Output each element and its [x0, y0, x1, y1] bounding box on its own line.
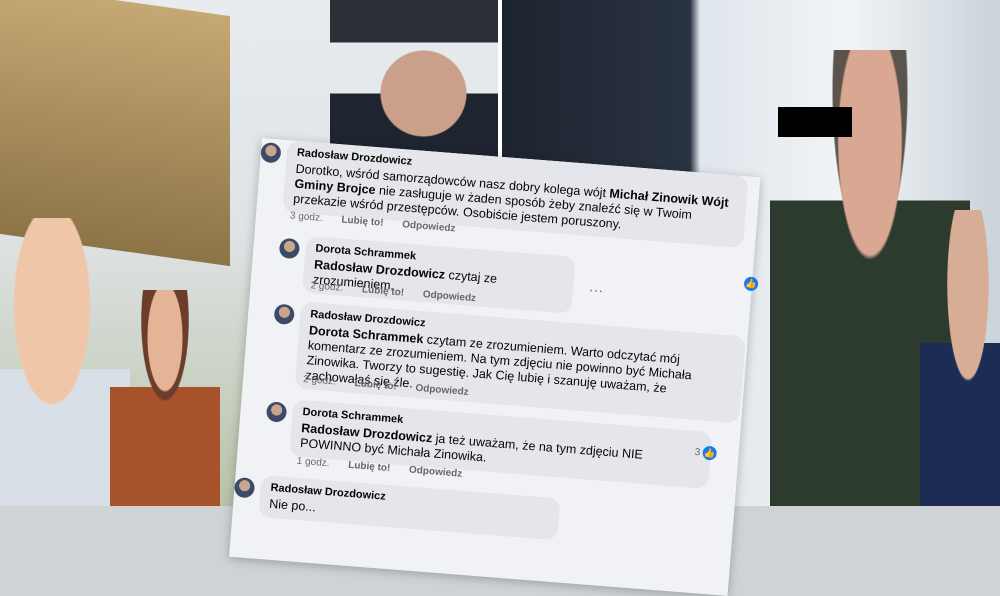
comment-time[interactable]: 1 godz. — [296, 456, 330, 470]
avatar[interactable] — [260, 141, 282, 164]
more-options-icon[interactable]: ... — [589, 278, 605, 295]
like-icon[interactable]: 👍 — [702, 445, 718, 461]
woman-in-folk-dress — [110, 290, 220, 506]
comment-bubble: Dorota Schrammek Radosław Drozdowicz czy… — [301, 235, 576, 314]
facebook-comment-thread: Radosław Drozdowicz Dorotko, wśród samor… — [229, 138, 761, 596]
avatar[interactable] — [273, 303, 295, 326]
censor-bar — [778, 107, 852, 137]
like-count: 3 — [694, 446, 701, 459]
avatar[interactable] — [265, 401, 288, 423]
avatar[interactable] — [233, 476, 256, 499]
like-icon[interactable]: 👍 — [743, 276, 759, 292]
like-link[interactable]: Lubię to! — [341, 214, 384, 228]
avatar[interactable] — [278, 237, 301, 260]
comment-bubble: Radosław Drozdowicz Nie po... — [258, 475, 561, 541]
man-in-suit — [920, 210, 1000, 506]
like-link[interactable]: Lubię to! — [348, 460, 391, 474]
comment-time[interactable]: 3 godz. — [290, 210, 324, 224]
